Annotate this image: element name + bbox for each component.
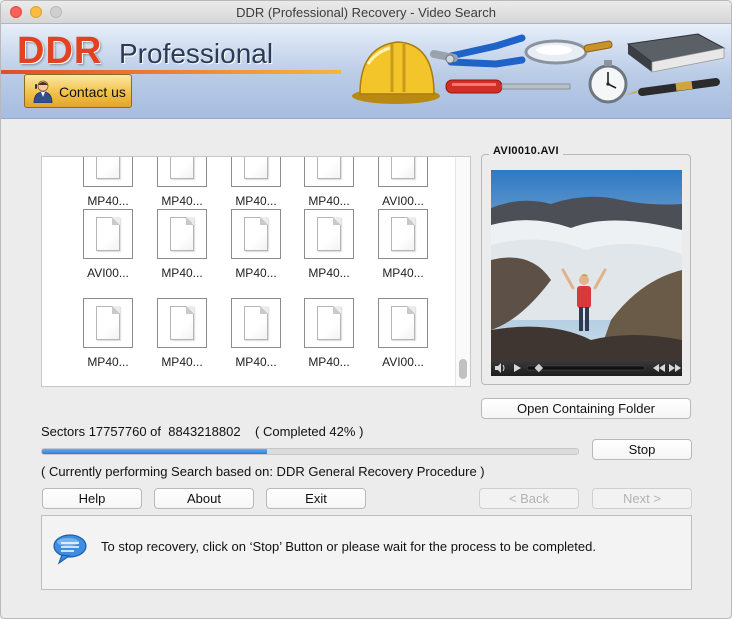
window-title: DDR (Professional) Recovery - Video Sear… [236,5,496,20]
file-name-label: MP40... [235,355,277,369]
progress-bar-fill [42,449,268,454]
completed-percent-text: ( Completed 42% ) [255,424,364,439]
file-name-label: MP40... [308,194,350,208]
document-icon [96,306,120,340]
banner-tools-illustration [346,24,731,118]
file-thumbnail-icon [83,298,133,348]
volume-icon [495,363,505,373]
file-thumbnail-icon [378,209,428,259]
file-thumbnail-icon [378,157,428,187]
document-icon [391,306,415,340]
pliers-icon [430,34,526,68]
file-thumbnail-icon [231,298,281,348]
document-icon [317,157,341,179]
back-button[interactable]: < Back [479,488,579,509]
file-name-label: AVI00... [382,194,424,208]
info-message-box: To stop recovery, click on ‘Stop’ Button… [41,515,692,590]
file-thumbnail-icon [231,209,281,259]
help-button[interactable]: Help [42,488,142,509]
stopwatch-icon [588,60,628,104]
document-icon [170,306,194,340]
logo-product: Professional [119,38,274,69]
file-thumbnail-icon [378,298,428,348]
file-name-label: MP40... [235,266,277,280]
app-window: DDR (Professional) Recovery - Video Sear… [0,0,732,619]
info-message-text: To stop recovery, click on ‘Stop’ Button… [101,539,596,554]
screwdriver-icon [445,79,571,94]
file-thumbnail-icon [304,209,354,259]
document-icon [317,217,341,251]
file-thumbnail-icon [231,157,281,187]
recovered-files-panel[interactable]: MP40... MP40... MP40... MP40... AVI00... AVI0… [41,156,471,387]
open-containing-folder-button[interactable]: Open Containing Folder [481,398,691,419]
file-thumbnail-icon [304,157,354,187]
user-support-icon [32,79,54,108]
book-icon [626,33,726,73]
contact-us-button[interactable]: Contact us [24,74,132,108]
document-icon [317,306,341,340]
scrollbar-thumb[interactable] [459,359,467,379]
sectors-progress-text: Sectors 17757760 of 8843218802 ( Complet… [41,424,363,439]
about-button[interactable]: About [154,488,254,509]
file-name-label: MP40... [235,194,277,208]
fountain-pen-icon [626,78,720,96]
file-thumbnail-icon [157,209,207,259]
rewind-icon [653,364,665,372]
document-icon [96,217,120,251]
progress-bar [41,448,579,455]
file-name-label: MP40... [308,355,350,369]
stop-button[interactable]: Stop [592,439,692,460]
file-thumbnail-icon [157,298,207,348]
file-list-scrollbar[interactable] [455,157,470,386]
file-name-label: AVI00... [87,266,129,280]
video-preview [491,170,682,376]
play-icon [514,364,521,372]
contact-us-label: Contact us [59,84,126,100]
exit-button[interactable]: Exit [266,488,366,509]
seek-thumb [534,363,544,373]
sectors-total: 8843218802 [168,424,241,439]
document-icon [391,217,415,251]
search-status-text: ( Currently performing Search based on: … [41,464,485,479]
sectors-done: 17757760 [88,424,147,439]
next-button[interactable]: Next > [592,488,692,509]
file-name-label: AVI00... [382,355,424,369]
file-name-label: MP40... [161,194,203,208]
file-name-label: MP40... [308,266,350,280]
video-controls [491,360,682,376]
document-icon [96,157,120,179]
file-name-label: MP40... [161,266,203,280]
file-thumbnail-icon [83,209,133,259]
document-icon [391,157,415,179]
title-bar: DDR (Professional) Recovery - Video Sear… [1,1,731,24]
file-thumbnail-icon [83,157,133,187]
fast-forward-icon [669,364,681,372]
hard-hat-icon [352,41,440,104]
header-banner: DDR Professional Contact us [1,24,731,119]
document-icon [170,217,194,251]
magnifier-icon [524,39,613,65]
file-name-label: MP40... [87,355,129,369]
file-thumbnail-icon [304,298,354,348]
file-thumbnail-icon [157,157,207,187]
document-icon [244,217,268,251]
file-name-label: MP40... [161,355,203,369]
document-icon [244,306,268,340]
seek-track [526,365,646,371]
sectors-label: Sectors [41,424,86,439]
speech-bubble-icon [52,533,88,570]
document-icon [244,157,268,179]
logo-brand: DDR [17,30,103,72]
document-icon [170,157,194,179]
file-name-label: MP40... [87,194,129,208]
sectors-of-label: of [150,424,162,439]
preview-filename: AVI0010.AVI [489,145,563,157]
file-name-label: MP40... [382,266,424,280]
